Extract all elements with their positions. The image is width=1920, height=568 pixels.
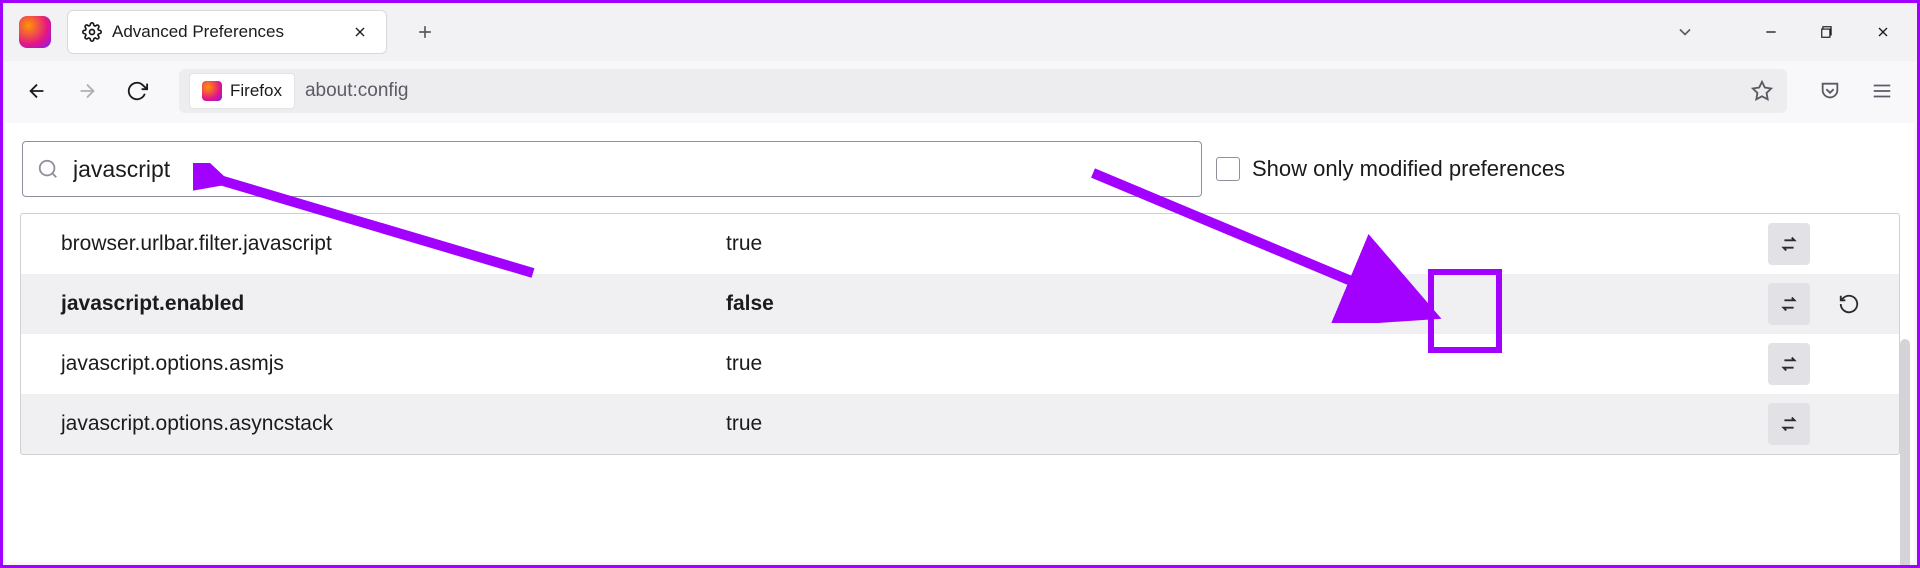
url-bar[interactable]: Firefox about:config [179, 69, 1787, 113]
navigation-toolbar: Firefox about:config [3, 61, 1917, 121]
window-controls [1743, 3, 1911, 61]
gear-icon [82, 22, 102, 42]
search-row: Show only modified preferences [6, 123, 1914, 207]
show-modified-checkbox[interactable] [1216, 157, 1240, 181]
tab-strip: Advanced Preferences [3, 3, 1917, 61]
about-config-content: Show only modified preferences browser.u… [6, 123, 1914, 562]
annotation-highlight-box [1428, 269, 1502, 353]
all-tabs-button[interactable] [1663, 12, 1707, 52]
preference-value: true [726, 412, 1759, 436]
preference-row: javascript.enabledfalse [21, 274, 1899, 334]
tab-title: Advanced Preferences [112, 22, 284, 42]
preference-value: true [726, 352, 1759, 376]
vertical-scrollbar[interactable] [1900, 339, 1910, 568]
preference-row: javascript.options.asyncstacktrue [21, 394, 1899, 454]
preference-row: javascript.options.asmjstrue [21, 334, 1899, 394]
preference-row: browser.urlbar.filter.javascripttrue [21, 214, 1899, 274]
browser-tab[interactable]: Advanced Preferences [67, 10, 387, 54]
url-text: about:config [305, 80, 409, 102]
preference-name: browser.urlbar.filter.javascript [61, 232, 726, 256]
maximize-button[interactable] [1799, 12, 1855, 52]
toggle-button[interactable] [1768, 403, 1810, 445]
toggle-button[interactable] [1768, 283, 1810, 325]
toggle-button[interactable] [1768, 343, 1810, 385]
back-button[interactable] [17, 71, 57, 111]
hamburger-menu-button[interactable] [1861, 71, 1903, 111]
preference-name: javascript.enabled [61, 292, 726, 316]
show-modified-toggle[interactable]: Show only modified preferences [1216, 156, 1565, 182]
preference-value: true [726, 232, 1759, 256]
close-tab-button[interactable] [348, 20, 372, 44]
new-tab-button[interactable] [405, 12, 445, 52]
preferences-table: browser.urlbar.filter.javascripttruejava… [20, 213, 1900, 455]
preference-name: javascript.options.asmjs [61, 352, 726, 376]
identity-box[interactable]: Firefox [189, 73, 295, 109]
preference-search-input[interactable] [71, 155, 1187, 184]
reload-button[interactable] [117, 71, 157, 111]
search-icon [37, 158, 59, 180]
preference-search-box[interactable] [22, 141, 1202, 197]
close-window-button[interactable] [1855, 12, 1911, 52]
show-modified-label: Show only modified preferences [1252, 156, 1565, 182]
firefox-small-icon [202, 81, 222, 101]
reset-button[interactable] [1828, 283, 1870, 325]
firefox-window: Advanced Preferences [0, 0, 1920, 568]
forward-button[interactable] [67, 71, 107, 111]
preference-name: javascript.options.asyncstack [61, 412, 726, 436]
identity-label: Firefox [230, 81, 282, 101]
preference-value: false [726, 292, 1759, 316]
bookmark-star-button[interactable] [1747, 76, 1777, 106]
firefox-logo-icon [19, 16, 51, 48]
toggle-button[interactable] [1768, 223, 1810, 265]
minimize-button[interactable] [1743, 12, 1799, 52]
pocket-button[interactable] [1809, 71, 1851, 111]
